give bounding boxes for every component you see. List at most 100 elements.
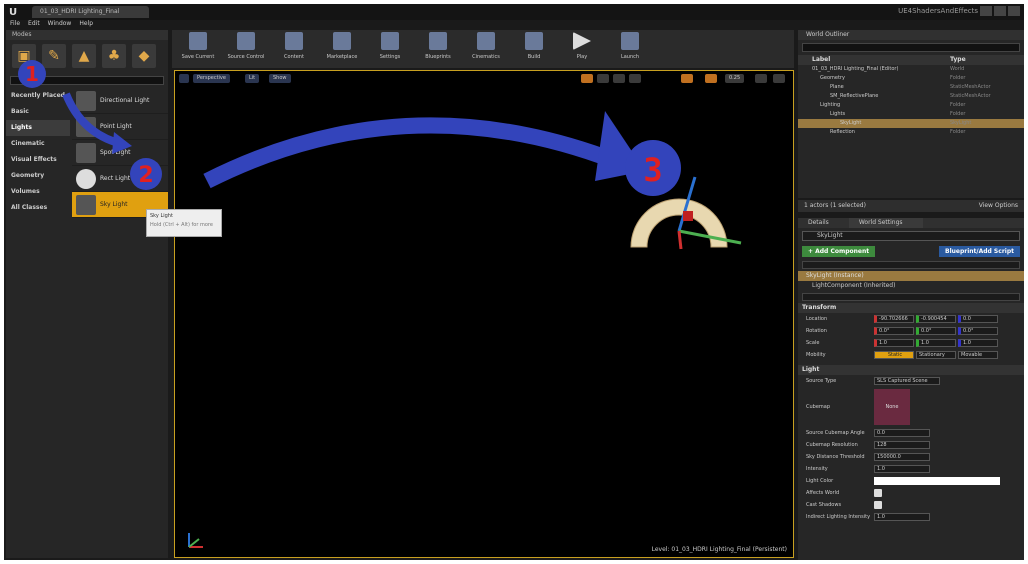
row-type: StaticMeshActor — [950, 84, 991, 90]
toolbar-label: Marketplace — [326, 54, 358, 60]
mobility-row: Mobility Static Stationary Movable — [798, 349, 1024, 361]
launch-icon — [621, 32, 639, 50]
mobility-movable-button[interactable]: Movable — [958, 351, 998, 359]
cast-shadows-checkbox[interactable] — [874, 501, 882, 509]
scale-y[interactable]: 1.0 — [916, 339, 956, 347]
row-type: Folder — [950, 111, 966, 117]
menu-help[interactable]: Help — [79, 20, 93, 30]
launch-button[interactable]: Launch — [608, 32, 652, 66]
outliner-row[interactable]: SM_ReflectivePlane StaticMeshActor — [798, 92, 1024, 101]
row-type: World — [950, 66, 965, 72]
light-section[interactable]: Light — [798, 365, 1024, 375]
outliner-row[interactable]: Plane StaticMeshActor — [798, 83, 1024, 92]
prop-label: Affects World — [806, 490, 840, 496]
tab-world-settings[interactable]: World Settings — [848, 218, 923, 228]
tab-details[interactable]: Details — [798, 218, 849, 228]
level-viewport[interactable]: Perspective Lit Show 0.25 3 Level: 01_03… — [174, 70, 794, 558]
outliner-header: Label Type — [798, 55, 1024, 65]
scale-x[interactable]: 1.0 — [874, 339, 914, 347]
blueprint-button[interactable]: Blueprint/Add Script — [939, 246, 1020, 257]
outliner-row[interactable]: Lighting Folder — [798, 101, 1024, 110]
prop-row: Cast Shadows — [798, 499, 1024, 511]
tooltip-hint: Hold (Ctrl + Alt) for more — [150, 222, 213, 228]
document-tab[interactable]: 01_03_HDRI Lighting_Final — [32, 6, 150, 18]
cubemap-thumbnail[interactable]: None — [874, 389, 910, 425]
build-icon — [525, 32, 543, 50]
toolbar-label: Source Control — [227, 54, 265, 60]
affects-world-checkbox[interactable] — [874, 489, 882, 497]
cinematics-button[interactable]: Cinematics — [464, 32, 508, 66]
component-light[interactable]: LightComponent (Inherited) — [798, 281, 1024, 291]
mobility-static-button[interactable]: Static — [874, 351, 914, 359]
details-search[interactable] — [802, 293, 1020, 301]
outliner-row[interactable]: 01_03_HDRI Lighting_Final (Editor) World — [798, 65, 1024, 74]
settings-button[interactable]: Settings — [368, 32, 412, 66]
prop-value[interactable]: 1.0 — [874, 465, 930, 473]
outliner-row-selected[interactable]: SkyLight SkyLight — [798, 119, 1024, 128]
toolbar-label: Play — [576, 54, 588, 60]
prop-row: Light Color — [798, 475, 1024, 487]
row-type: Folder — [950, 129, 966, 135]
row-label: Plane — [830, 84, 844, 90]
project-name: UE4ShadersAndEffects — [898, 7, 978, 15]
actors-count: 1 actors (1 selected) — [804, 202, 866, 209]
toolbar-label: Blueprints — [425, 54, 451, 60]
prop-value[interactable]: 1.0 — [874, 513, 930, 521]
prop-row: Affects World — [798, 487, 1024, 499]
light-color-swatch[interactable] — [874, 477, 1000, 485]
row-label: Lighting — [820, 102, 841, 108]
step-two-number: 2 — [138, 163, 153, 188]
sky-light-tooltip: Sky Light Hold (Ctrl + Alt) for more — [146, 209, 222, 237]
view-options-button[interactable]: View Options — [979, 200, 1018, 212]
type-column[interactable]: Type — [950, 55, 966, 65]
transform-section[interactable]: Transform — [798, 303, 1024, 313]
close-button[interactable] — [1008, 6, 1020, 16]
gizmo-center[interactable] — [683, 211, 693, 221]
rotation-x[interactable]: 0.0° — [874, 327, 914, 335]
marketplace-button[interactable]: Marketplace — [320, 32, 364, 66]
prop-value[interactable]: 150000.0 — [874, 453, 930, 461]
step-one-number: 1 — [25, 62, 39, 86]
menu-file[interactable]: File — [10, 20, 20, 30]
source-type-dropdown[interactable]: SLS Captured Scene — [874, 377, 940, 385]
rotation-y[interactable]: 0.0° — [916, 327, 956, 335]
label-column[interactable]: Label — [798, 55, 950, 65]
menu-edit[interactable]: Edit — [28, 20, 40, 30]
world-outliner-tab[interactable]: World Outliner — [798, 30, 1024, 40]
row-label: SkyLight — [840, 120, 862, 126]
maximize-button[interactable] — [994, 6, 1006, 16]
outliner-row[interactable]: Lights Folder — [798, 110, 1024, 119]
minimize-button[interactable] — [980, 6, 992, 16]
play-button[interactable]: Play — [560, 32, 604, 66]
blueprints-button[interactable]: Blueprints — [416, 32, 460, 66]
rotation-z[interactable]: 0.0° — [958, 327, 998, 335]
add-component-button[interactable]: + Add Component — [802, 246, 876, 257]
prop-label: Light Color — [806, 478, 834, 484]
actor-name-field[interactable]: SkyLight — [802, 231, 1020, 241]
source-control-button[interactable]: Source Control — [224, 32, 268, 66]
marketplace-icon — [333, 32, 351, 50]
axis-y-indicator — [188, 538, 200, 548]
outliner-row[interactable]: Reflection Folder — [798, 128, 1024, 137]
outliner-search-input[interactable] — [802, 43, 1020, 52]
prop-label: Cast Shadows — [806, 502, 842, 508]
content-button[interactable]: Content — [272, 32, 316, 66]
location-x[interactable]: -90.702666 — [874, 315, 914, 323]
location-z[interactable]: 0.0 — [958, 315, 998, 323]
tutorial-arrow — [203, 117, 618, 189]
component-skylight[interactable]: SkyLight (Instance) — [798, 271, 1024, 281]
rotation-label: Rotation — [806, 328, 827, 334]
outliner-row[interactable]: Geometry Folder — [798, 74, 1024, 83]
gizmo-x-axis[interactable] — [677, 230, 683, 250]
build-button[interactable]: Build — [512, 32, 556, 66]
modes-tab[interactable]: Modes — [6, 30, 168, 40]
prop-value[interactable]: 0.0 — [874, 429, 930, 437]
location-y[interactable]: -0.900454 — [916, 315, 956, 323]
components-search[interactable] — [802, 261, 1020, 269]
prop-value[interactable]: 128 — [874, 441, 930, 449]
settings-icon — [381, 32, 399, 50]
scale-row: Scale 1.0 1.0 1.0 — [798, 337, 1024, 349]
mobility-stationary-button[interactable]: Stationary — [916, 351, 956, 359]
menu-window[interactable]: Window — [48, 20, 72, 30]
scale-z[interactable]: 1.0 — [958, 339, 998, 347]
